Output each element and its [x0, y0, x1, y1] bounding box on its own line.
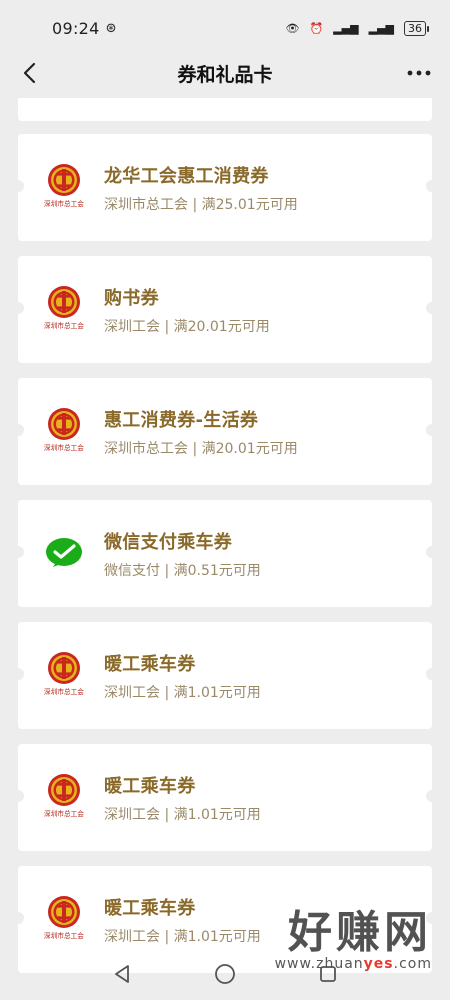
coupon-text: 龙华工会惠工消费券深圳市总工会 | 满25.01元可用: [104, 162, 298, 214]
union-logo-text: 深圳市总工会: [44, 809, 84, 818]
coupon-subtitle: 深圳工会 | 满1.01元可用: [104, 928, 261, 945]
chevron-left-icon[interactable]: [14, 58, 44, 88]
union-emblem-icon: [48, 163, 80, 196]
union-logo-text: 深圳市总工会: [44, 321, 84, 330]
union-logo: 深圳市总工会: [42, 407, 86, 457]
coupon-card[interactable]: 深圳市总工会 惠工消费券-生活券深圳市总工会 | 满20.01元可用: [12, 378, 438, 485]
union-emblem-icon: [48, 651, 80, 684]
coupon-text: 购书券深圳工会 | 满20.01元可用: [104, 284, 270, 336]
page-title: 券和礼品卡: [177, 63, 273, 86]
coupon-name: 暖工乘车券: [104, 775, 196, 797]
coupon-card[interactable]: 微信支付乘车券微信支付 | 满0.51元可用: [12, 500, 438, 607]
coupon-text: 暖工乘车券深圳工会 | 满1.01元可用: [104, 894, 261, 946]
union-logo-text: 深圳市总工会: [44, 931, 84, 940]
union-logo-text: 深圳市总工会: [44, 687, 84, 696]
notification-icon: ⊛: [105, 20, 117, 36]
coupon-subtitle: 深圳市总工会 | 满20.01元可用: [104, 440, 298, 457]
coupon-card[interactable]: 深圳市总工会 暖工乘车券深圳工会 | 满1.01元可用: [12, 622, 438, 729]
union-emblem-icon: [48, 407, 80, 440]
union-logo: 深圳市总工会: [42, 163, 86, 213]
coupon-text: 暖工乘车券深圳工会 | 满1.01元可用: [104, 650, 261, 702]
coupon-subtitle: 深圳工会 | 满20.01元可用: [104, 318, 270, 335]
status-time: 09:24: [52, 18, 100, 38]
coupon-card[interactable]: 深圳市总工会 龙华工会惠工消费券深圳市总工会 | 满25.01元可用: [12, 134, 438, 241]
status-icons: 👁 ⏰ ▂▄▆ ▂▄▆ 36: [285, 20, 429, 36]
coupon-text: 惠工消费券-生活券深圳市总工会 | 满20.01元可用: [104, 406, 298, 458]
watermark-text: 好赚网: [288, 907, 432, 958]
union-logo: 深圳市总工会: [42, 895, 86, 945]
coupon-card[interactable]: 深圳市总工会 暖工乘车券深圳工会 | 满1.01元可用: [12, 744, 438, 851]
wechat-pay-icon: [46, 537, 82, 567]
coupon-list: 深圳市总工会 龙华工会惠工消费券 深圳市总工会 | 满25.01元可用 深圳市总工会购…: [12, 98, 438, 988]
coupon-card[interactable]: 深圳市总工会 购书券深圳工会 | 满20.01元可用: [12, 256, 438, 363]
alarm-icon: ⏰: [309, 21, 324, 35]
coupon-name: 暖工乘车券: [104, 653, 196, 675]
status-bar: 09:24 ⊛ 👁 ⏰ ▂▄▆ ▂▄▆ 36: [0, 0, 450, 56]
coupon-card-partial[interactable]: [18, 98, 432, 121]
union-emblem-icon: [48, 773, 80, 806]
coupon-name: 暖工乘车券: [104, 897, 196, 919]
coupon-name: 购书券: [104, 287, 159, 309]
union-logo: 深圳市总工会: [42, 651, 86, 701]
app-bar: 券和礼品卡: [0, 50, 450, 96]
coupon-name: 龙华工会惠工消费券: [104, 165, 269, 187]
eye-icon: 👁: [285, 21, 300, 35]
watermark-url: www.zhuanyes.com: [274, 956, 432, 972]
coupon-subtitle: 深圳工会 | 满1.01元可用: [104, 684, 261, 701]
union-logo-text: 深圳市总工会: [44, 199, 84, 208]
coupon-text: 暖工乘车券深圳工会 | 满1.01元可用: [104, 772, 261, 824]
coupon-text: 微信支付乘车券微信支付 | 满0.51元可用: [104, 528, 261, 580]
ellipsis-icon[interactable]: [402, 58, 436, 88]
coupon-name: 微信支付乘车券: [104, 531, 233, 553]
coupon-name: 惠工消费券-生活券: [104, 409, 259, 431]
union-logo: 深圳市总工会: [42, 285, 86, 335]
union-logo: 深圳市总工会: [42, 773, 86, 823]
union-emblem-icon: [48, 895, 80, 928]
coupon-subtitle: 深圳市总工会 | 满25.01元可用: [104, 196, 298, 213]
signal-5g-icon: ▂▄▆: [333, 21, 359, 35]
union-emblem-icon: [48, 285, 80, 318]
watermark: 好赚网 www.zhuanyes.com: [274, 907, 432, 973]
coupon-subtitle: 微信支付 | 满0.51元可用: [104, 562, 261, 579]
battery-icon: 36: [404, 20, 429, 36]
nav-home-icon[interactable]: [205, 954, 245, 994]
union-logo-text: 深圳市总工会: [44, 443, 84, 452]
wechat-pay-logo: [42, 529, 86, 579]
nav-back-icon[interactable]: [102, 954, 142, 994]
coupon-subtitle: 深圳工会 | 满1.01元可用: [104, 806, 261, 823]
signal-4g-icon: ▂▄▆: [368, 21, 394, 35]
